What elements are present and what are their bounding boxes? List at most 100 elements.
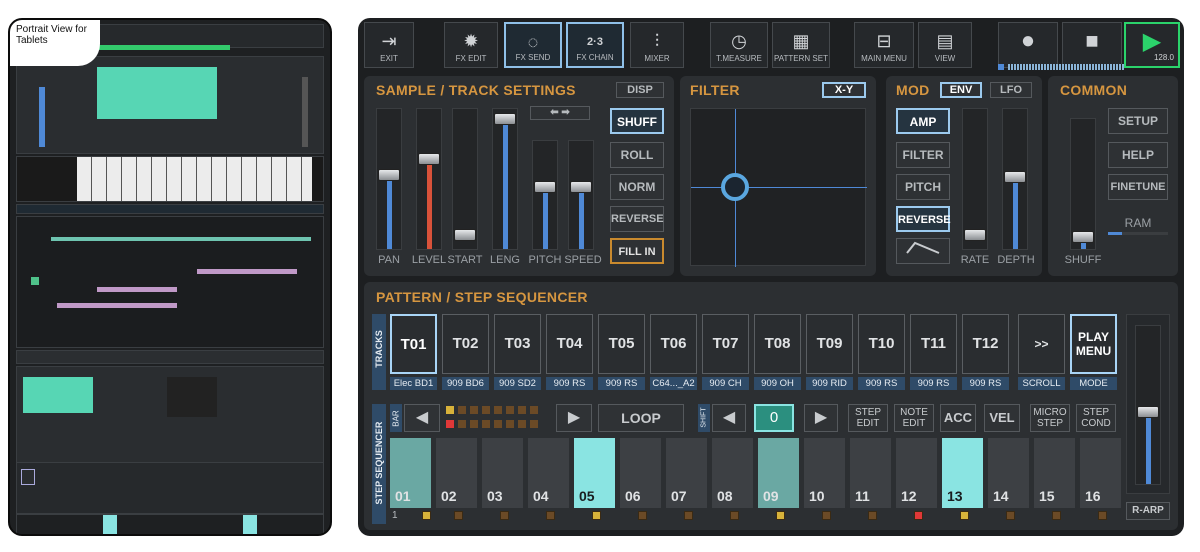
fill-in-button[interactable]: FILL IN (610, 238, 664, 264)
step-09[interactable]: 09 (758, 438, 799, 508)
loop-button[interactable]: LOOP (598, 404, 684, 432)
step-11[interactable]: 11 (850, 438, 891, 508)
track-t12[interactable]: T12 (962, 314, 1009, 374)
track-t07[interactable]: T07 (702, 314, 749, 374)
track-t03[interactable]: T03 (494, 314, 541, 374)
track-t08[interactable]: T08 (754, 314, 801, 374)
mod-filter-button[interactable]: FILTER (896, 142, 950, 168)
length-slider[interactable] (492, 108, 518, 250)
pattern-set-button[interactable]: ▦ PATTERN SET (772, 22, 830, 68)
speed-slider[interactable] (568, 140, 594, 250)
bar-next-button[interactable]: ▶ (556, 404, 592, 432)
shift-label: SHIFT (698, 404, 710, 432)
record-button[interactable]: ● (998, 22, 1058, 68)
track-t11[interactable]: T11 (910, 314, 957, 374)
level-slider[interactable] (416, 108, 442, 250)
step-05[interactable]: 05 (574, 438, 615, 508)
mod-reverse-button[interactable]: REVERSE (896, 206, 951, 232)
pan-slider[interactable] (376, 108, 402, 250)
fx-chain-button[interactable]: 2·3 FX CHAIN (566, 22, 624, 68)
step-10[interactable]: 10 (804, 438, 845, 508)
step-14[interactable]: 14 (988, 438, 1029, 508)
shuff-button[interactable]: SHUFF (610, 108, 664, 134)
step-08[interactable]: 08 (712, 438, 753, 508)
disp-button[interactable]: DISP (616, 82, 664, 98)
stop-button[interactable]: ■ (1062, 22, 1122, 68)
mixer-button[interactable]: ⫶ MIXER (630, 22, 684, 68)
lfo-button[interactable]: LFO (990, 82, 1032, 98)
envelope-shape-button[interactable] (896, 238, 950, 264)
step-12[interactable]: 12 (896, 438, 937, 508)
track-t01[interactable]: T01 (390, 314, 437, 374)
rate-slider[interactable] (962, 108, 988, 250)
step-01[interactable]: 01 (390, 438, 431, 508)
t-measure-button[interactable]: ◷ T.MEASURE (710, 22, 768, 68)
main-menu-button[interactable]: ⊟ MAIN MENU (854, 22, 914, 68)
track-t05[interactable]: T05 (598, 314, 645, 374)
step-number: 07 (671, 488, 687, 504)
r-arp-button[interactable]: R-ARP (1126, 502, 1170, 520)
shuffle-slider[interactable] (1070, 118, 1096, 250)
inbox-icon: ⊟ (876, 31, 892, 51)
xy-handle[interactable] (721, 173, 749, 201)
xy-button[interactable]: X-Y (822, 82, 866, 98)
track-t04[interactable]: T04 (546, 314, 593, 374)
xy-crosshair-h (691, 187, 867, 188)
start-slider[interactable] (452, 108, 478, 250)
step-02[interactable]: 02 (436, 438, 477, 508)
step-16[interactable]: 16 (1080, 438, 1121, 508)
step-03[interactable]: 03 (482, 438, 523, 508)
play-menu-button[interactable]: PLAY MENU (1070, 314, 1117, 374)
view-icon: ▤ (936, 31, 954, 51)
track-t10[interactable]: T10 (858, 314, 905, 374)
bar-prev-button[interactable]: ◀ (404, 404, 440, 432)
step-led (592, 511, 601, 520)
step-06[interactable]: 06 (620, 438, 661, 508)
track-t09[interactable]: T09 (806, 314, 853, 374)
mod-pitch-button[interactable]: PITCH (896, 174, 950, 200)
step-13[interactable]: 13 (942, 438, 983, 508)
nudge-arrows[interactable]: ⬅ ➡ (530, 106, 590, 120)
step-cond-button[interactable]: STEP COND (1076, 404, 1116, 432)
shift-counter: 0 (754, 404, 794, 432)
step-15[interactable]: 15 (1034, 438, 1075, 508)
acc-button[interactable]: ACC (940, 404, 976, 432)
level-fill (427, 164, 432, 249)
xy-pad[interactable] (690, 108, 867, 267)
speed-thumb (570, 181, 592, 193)
step-04[interactable]: 04 (528, 438, 569, 508)
shift-right-button[interactable]: ▶ (804, 404, 838, 432)
env-button[interactable]: ENV (940, 82, 982, 98)
step-led (454, 511, 463, 520)
track-scroll-button[interactable]: >> (1018, 314, 1065, 374)
play-button[interactable]: ▶ 128.0 (1124, 22, 1180, 68)
depth-slider[interactable] (1002, 108, 1028, 250)
track-t02[interactable]: T02 (442, 314, 489, 374)
exit-button[interactable]: ⇥ EXIT (364, 22, 414, 68)
step-07[interactable]: 07 (666, 438, 707, 508)
view-button[interactable]: ▤ VIEW (918, 22, 972, 68)
pitch-slider[interactable] (532, 140, 558, 250)
master-slider[interactable] (1135, 325, 1161, 485)
help-button[interactable]: HELP (1108, 142, 1168, 168)
pattern-set-label: PATTERN SET (774, 54, 828, 63)
fx-send-button[interactable]: ◌ FX SEND (504, 22, 562, 68)
norm-button[interactable]: NORM (610, 174, 664, 200)
step-sequencer-label-text: STEP SEQUENCER (374, 421, 384, 505)
common-panel: COMMON SHUFF SETUP HELP FINETUNE RAM (1048, 76, 1178, 276)
finetune-button[interactable]: FINETUNE (1108, 174, 1168, 200)
amp-button[interactable]: AMP (896, 108, 950, 134)
shift-left-button[interactable]: ◀ (712, 404, 746, 432)
fx-edit-button[interactable]: ✹ FX EDIT (444, 22, 498, 68)
step-edit-button[interactable]: STEP EDIT (848, 404, 888, 432)
vel-button[interactable]: VEL (984, 404, 1020, 432)
track-t06[interactable]: T06 (650, 314, 697, 374)
micro-step-button[interactable]: MICRO STEP (1030, 404, 1070, 432)
bar-led (506, 420, 514, 428)
reverse-button[interactable]: REVERSE (610, 206, 664, 232)
setup-button[interactable]: SETUP (1108, 108, 1168, 134)
roll-button[interactable]: ROLL (610, 142, 664, 168)
pitch-thumb (534, 181, 556, 193)
step-number: 13 (947, 488, 963, 504)
note-edit-button[interactable]: NOTE EDIT (894, 404, 934, 432)
